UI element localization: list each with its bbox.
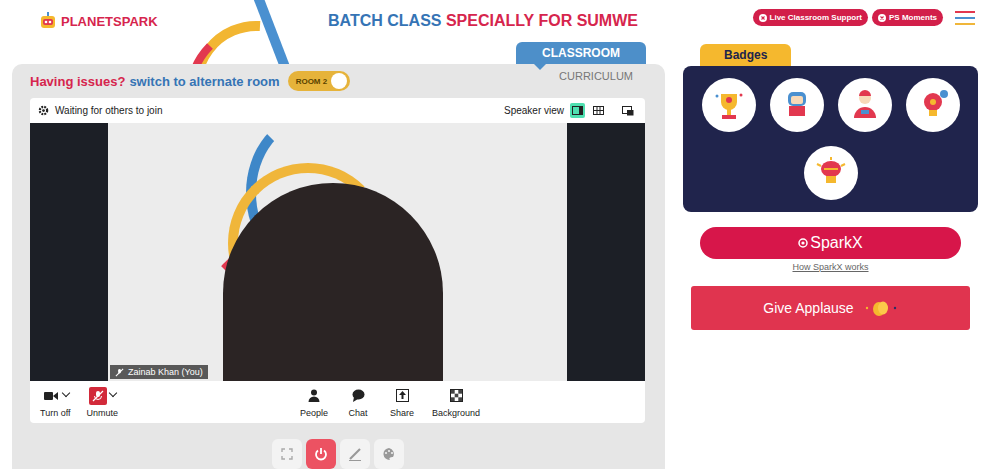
mic-off-icon	[115, 368, 124, 377]
leader-badge[interactable]	[838, 78, 892, 132]
power-icon	[314, 447, 328, 461]
video-area: Zainab Khan (You)	[30, 123, 645, 381]
room-toggle[interactable]: ROOM 2	[288, 71, 350, 91]
sparkx-help-link[interactable]: How SparkX works	[683, 262, 978, 272]
robot-logo-icon	[38, 11, 58, 31]
participant-video: Zainab Khan (You)	[108, 123, 567, 381]
people-button[interactable]: People	[300, 387, 328, 418]
chat-icon	[352, 389, 365, 402]
tab-row: CLASSROOM	[0, 42, 672, 64]
badges-panel	[683, 66, 978, 212]
classroom-panel: Having issues?switch to alternate roomRO…	[12, 64, 665, 469]
grid-view-icon	[593, 106, 604, 115]
palette-icon	[382, 447, 396, 461]
expand-tool-button[interactable]	[272, 439, 302, 469]
share-button[interactable]: Share	[388, 387, 416, 418]
camera-button[interactable]: Turn off	[40, 387, 71, 418]
call-controls: Turn off Unmute People Chat Share Background	[30, 381, 645, 423]
pip-view-button[interactable]	[620, 103, 635, 118]
call-toolbar: Waiting for others to join Speaker view	[30, 98, 645, 123]
page: PLANETSPARK BATCH CLASS SPECIALLY FOR SUM…	[0, 0, 1000, 469]
panel-head: Having issues?switch to alternate roomRO…	[30, 68, 645, 94]
curriculum-tab[interactable]: CURRICULUM	[559, 68, 645, 82]
hands-icon	[778, 86, 816, 124]
pen-icon	[348, 447, 362, 461]
speaker-view-button[interactable]	[570, 103, 585, 118]
close-circle-icon	[878, 14, 886, 22]
people-icon	[308, 389, 320, 402]
top-actions: Live Classroom SupportPS Moments	[683, 0, 978, 44]
chat-button[interactable]: Chat	[344, 387, 372, 418]
idea-icon	[914, 86, 952, 124]
background-icon	[450, 389, 463, 402]
classroom-tools	[30, 439, 645, 469]
logo[interactable]: PLANETSPARK	[38, 11, 290, 31]
close-circle-icon	[759, 14, 767, 22]
badges-tab[interactable]: Badges	[700, 44, 791, 66]
pen-tool-button[interactable]	[340, 439, 370, 469]
video-call-card: Waiting for others to join Speaker view Za…	[30, 98, 645, 423]
dropdown-caret-icon[interactable]	[109, 388, 117, 396]
expand-icon	[281, 448, 293, 460]
leader-icon	[846, 86, 884, 124]
gear-icon[interactable]	[38, 105, 49, 116]
give-applause-button[interactable]: Give Applause	[691, 286, 970, 330]
grid-view-button[interactable]	[591, 103, 606, 118]
brain-icon	[812, 154, 850, 192]
idea-badge[interactable]	[906, 78, 960, 132]
trophy-icon	[710, 86, 748, 124]
call-status: Waiting for others to join	[55, 105, 162, 116]
power-tool-button[interactable]	[306, 439, 336, 469]
camera-icon	[44, 391, 58, 401]
alternate-room-link[interactable]: switch to alternate room	[129, 74, 279, 89]
header-pill-button[interactable]: Live Classroom Support	[753, 9, 868, 26]
background-button[interactable]: Background	[432, 387, 480, 418]
mic-off-icon	[92, 390, 104, 402]
logo-text: PLANETSPARK	[61, 14, 158, 29]
mic-button[interactable]: Unmute	[87, 387, 119, 418]
participant-name-tag: Zainab Khan (You)	[110, 365, 208, 379]
pip-view-icon	[622, 106, 634, 116]
sparkx-button[interactable]: SparkX	[700, 227, 961, 259]
room-notice: Having issues?switch to alternate roomRO…	[30, 71, 350, 91]
clapping-hands-icon	[864, 299, 898, 317]
right-column: Live Classroom SupportPS MomentsBadgesSp…	[683, 0, 978, 469]
dropdown-caret-icon[interactable]	[62, 388, 70, 396]
classroom-tab[interactable]: CLASSROOM	[516, 42, 646, 64]
left-column: PLANETSPARK BATCH CLASS SPECIALLY FOR SUM…	[0, 0, 672, 469]
sparkx-icon	[798, 238, 808, 248]
header: PLANETSPARK BATCH CLASS SPECIALLY FOR SUM…	[0, 0, 672, 42]
page-title: BATCH CLASS SPECIALLY FOR SUMWE	[328, 12, 638, 30]
share-icon	[396, 389, 409, 402]
trophy-badge[interactable]	[702, 78, 756, 132]
hands-badge[interactable]	[770, 78, 824, 132]
palette-tool-button[interactable]	[374, 439, 404, 469]
toggle-knob	[331, 73, 347, 89]
header-pill-button[interactable]: PS Moments	[872, 9, 943, 26]
brain-badge[interactable]	[804, 146, 858, 200]
speaker-view-icon	[572, 106, 583, 115]
view-label: Speaker view	[504, 105, 564, 116]
hamburger-menu-icon[interactable]	[955, 11, 975, 25]
